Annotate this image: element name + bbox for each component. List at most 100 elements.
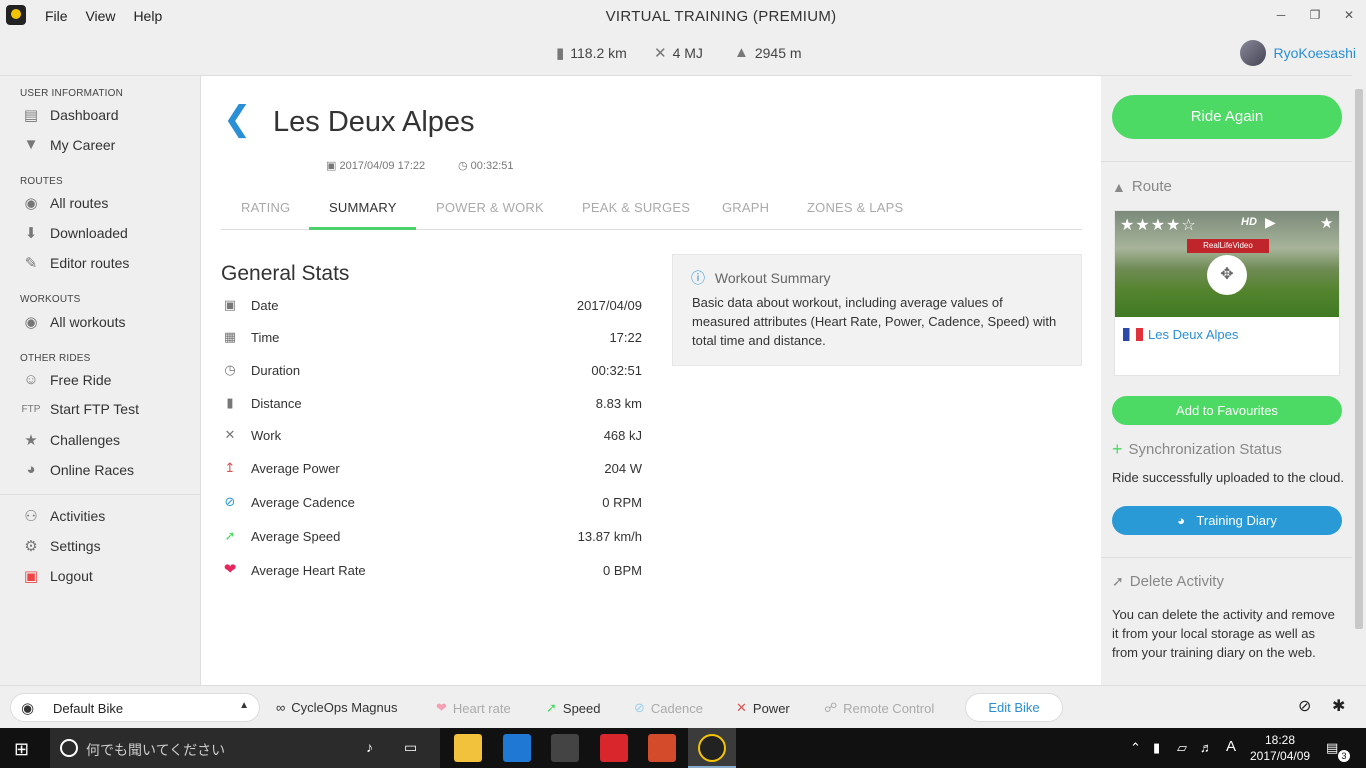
store-icon[interactable] xyxy=(551,734,579,762)
task-view-icon[interactable]: ▭ xyxy=(404,739,417,756)
mountain-icon: ▲ xyxy=(734,44,749,61)
stat-row-duration: ◷ Duration 00:32:51 xyxy=(221,359,642,383)
hd-badge: HD xyxy=(1241,216,1257,228)
microphone-icon[interactable]: ♪ xyxy=(366,739,373,755)
favourite-star-icon[interactable]: ★ xyxy=(1320,214,1333,232)
gear-icon: ⚙ xyxy=(24,538,38,555)
taskbar-clock[interactable]: 18:28 2017/04/09 xyxy=(1250,732,1310,764)
globe-icon: ◕ xyxy=(1177,513,1186,528)
sidebar-item-all-routes[interactable]: ◉ All routes xyxy=(20,194,108,212)
notification-count: 3 xyxy=(1338,750,1350,762)
file-explorer-icon[interactable] xyxy=(454,734,482,762)
rating-stars: ★★★★☆ xyxy=(1120,217,1197,234)
device-heart-rate[interactable]: ❤ Heart rate xyxy=(436,700,511,716)
sidebar-item-ftp-test[interactable]: FTP Start FTP Test xyxy=(20,401,139,417)
sidebar-item-logout[interactable]: ▣ Logout xyxy=(20,567,93,585)
stat-row-average-cadence: ⊘ Average Cadence 0 RPM xyxy=(221,491,642,515)
device-power[interactable]: ✕ Power xyxy=(736,700,790,716)
edge-icon[interactable] xyxy=(503,734,531,762)
stat-row-date: ▣ Date 2017/04/09 xyxy=(221,294,642,318)
route-card[interactable]: ★★★★☆ HD ▶ ★ RealLifeVideo ✥ Les Deux Al… xyxy=(1114,210,1340,376)
minimize-icon[interactable]: ─ xyxy=(1264,0,1298,32)
right-panel-scrollbar[interactable] xyxy=(1352,75,1366,685)
device-bar: ◉ Default Bike ▲ ∞ CycleOps Magnus ❤ Hea… xyxy=(0,685,1366,728)
restore-icon[interactable]: ❐ xyxy=(1298,0,1332,32)
device-speed[interactable]: ➚ Speed xyxy=(546,700,601,716)
sidebar-item-career[interactable]: ▼ My Career xyxy=(20,136,116,153)
network-icon[interactable]: ▱ xyxy=(1177,740,1187,756)
add-to-favourites-button[interactable]: Add to Favourites xyxy=(1112,396,1342,425)
taskbar-search[interactable]: 何でも聞いてください ♪ ▭ xyxy=(50,728,440,768)
tray-up-icon[interactable]: ⌃ xyxy=(1130,740,1141,756)
sidebar-item-dashboard[interactable]: ▤ Dashboard xyxy=(20,106,119,124)
stat-row-average-power: ↥ Average Power 204 W xyxy=(221,457,642,481)
heart-icon: ❤ xyxy=(436,700,447,715)
sidebar-item-editor-routes[interactable]: ✎ Editor routes xyxy=(20,254,130,272)
tab-power-work[interactable]: POWER & WORK xyxy=(436,200,544,215)
device-trainer[interactable]: ∞ CycleOps Magnus xyxy=(276,700,398,715)
device-cadence[interactable]: ⊘ Cadence xyxy=(634,700,703,716)
virtual-training-app-icon[interactable] xyxy=(698,734,726,762)
smile-icon: ☺ xyxy=(23,371,39,388)
workout-summary-title: ⓘ Workout Summary xyxy=(691,270,831,286)
tab-bar: RATING SUMMARY POWER & WORK PEAK & SURGE… xyxy=(221,194,1082,230)
sidebar-item-challenges[interactable]: ★ Challenges xyxy=(20,431,120,449)
calendar-icon: ▣ xyxy=(326,160,337,172)
pencil-icon: ✎ xyxy=(24,255,38,272)
sidebar-item-online-races[interactable]: ◕ Online Races xyxy=(20,461,134,478)
ant-disabled-icon[interactable]: ⊘ xyxy=(1298,696,1311,716)
total-elevation: ▲ 2945 m xyxy=(734,44,802,61)
sidebar-divider xyxy=(0,494,200,495)
right-panel: Ride Again ▲ Route ★★★★☆ HD ▶ ★ RealLife… xyxy=(1101,75,1352,685)
tab-rating[interactable]: RATING xyxy=(241,200,290,215)
ime-indicator[interactable]: A xyxy=(1226,738,1236,755)
section-other-rides: OTHER RIDES xyxy=(20,353,91,364)
tab-peak-surges[interactable]: PEAK & SURGES xyxy=(582,200,690,215)
route-name-link[interactable]: Les Deux Alpes xyxy=(1148,327,1238,342)
section-routes: ROUTES xyxy=(20,176,63,187)
device-remote-control[interactable]: ☍ Remote Control xyxy=(824,700,934,716)
route-thumbnail[interactable]: ★★★★☆ HD ▶ ★ RealLifeVideo ✥ xyxy=(1115,211,1339,317)
reader-icon[interactable] xyxy=(600,734,628,762)
close-icon[interactable]: ✕ xyxy=(1332,0,1366,32)
office-icon[interactable] xyxy=(648,734,676,762)
section-workouts: WORKOUTS xyxy=(20,294,81,305)
tab-zones-laps[interactable]: ZONES & LAPS xyxy=(807,200,903,215)
tab-graph[interactable]: GRAPH xyxy=(722,200,769,215)
video-camera-icon: ▶ xyxy=(1265,214,1276,230)
sidebar-item-downloaded[interactable]: ⬇ Downloaded xyxy=(20,224,128,242)
sidebar-item-activities[interactable]: ⚇ Activities xyxy=(20,507,105,525)
volume-icon[interactable]: ♬ xyxy=(1200,740,1213,755)
clock-icon: ◷ xyxy=(224,362,236,377)
trainer-icon: ∞ xyxy=(276,700,286,715)
sidebar-item-free-ride[interactable]: ☺ Free Ride xyxy=(20,371,111,388)
back-chevron-icon[interactable]: ❮ xyxy=(223,102,252,136)
sidebar-item-all-workouts[interactable]: ◉ All workouts xyxy=(20,313,125,331)
users-icon: ⚇ xyxy=(24,508,38,525)
battery-icon: ▮ xyxy=(1153,740,1161,755)
bike-select[interactable]: ◉ Default Bike ▲ xyxy=(10,693,260,722)
stream-icon[interactable]: ✥ xyxy=(1207,255,1247,295)
speed-icon: ➚ xyxy=(224,528,236,543)
username[interactable]: RyoKoesashi xyxy=(1274,45,1357,61)
windows-start-icon[interactable]: ⊞ xyxy=(14,739,29,760)
bluetooth-icon[interactable]: ✱ xyxy=(1332,696,1345,716)
remote-icon: ☍ xyxy=(824,700,838,715)
tab-summary[interactable]: SUMMARY xyxy=(329,200,397,215)
route-banner: RealLifeVideo xyxy=(1187,239,1269,253)
panel-divider xyxy=(1101,161,1352,162)
total-distance: ▮ 118.2 km xyxy=(556,45,627,62)
sync-status-header: + Synchronization Status xyxy=(1112,439,1282,459)
avatar[interactable] xyxy=(1239,40,1266,66)
scrollbar-thumb[interactable] xyxy=(1355,89,1363,629)
workout-summary-box: ⓘ Workout Summary Basic data about worko… xyxy=(672,254,1082,366)
user-profile[interactable]: RyoKoesashi xyxy=(1239,40,1357,66)
notifications-icon[interactable]: ▤ xyxy=(1326,740,1338,756)
cadence-icon: ⊘ xyxy=(224,494,236,509)
edit-bike-button[interactable]: Edit Bike xyxy=(965,693,1063,722)
ride-again-button[interactable]: Ride Again xyxy=(1112,95,1342,139)
utensils-icon: ✕ xyxy=(654,45,667,62)
sidebar: USER INFORMATION ▤ Dashboard ▼ My Career… xyxy=(0,75,200,685)
training-diary-button[interactable]: ◕ Training Diary xyxy=(1112,506,1342,535)
sidebar-item-settings[interactable]: ⚙ Settings xyxy=(20,537,100,555)
